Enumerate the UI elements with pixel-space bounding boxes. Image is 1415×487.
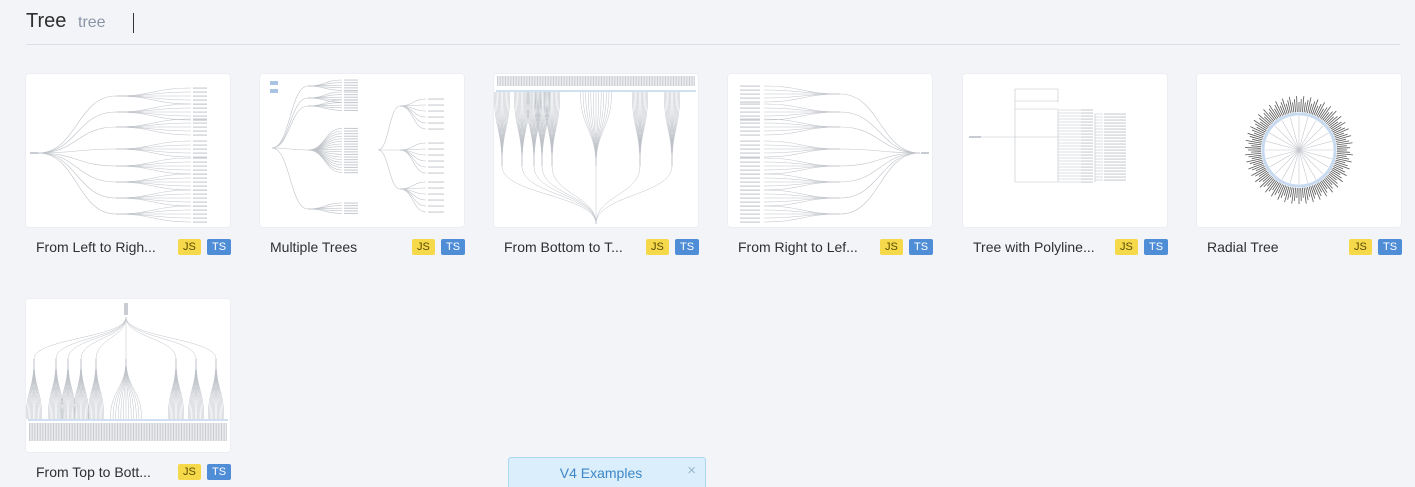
card-title[interactable]: From Bottom to T... — [504, 239, 644, 255]
example-thumbnail[interactable] — [26, 299, 230, 452]
js-badge[interactable]: JS — [880, 239, 903, 255]
card-title[interactable]: Tree with Polyline... — [973, 239, 1113, 255]
example-thumbnail[interactable] — [1197, 74, 1401, 227]
card-footer: Multiple Trees JS TS — [260, 238, 466, 256]
example-card-polyline-tree[interactable]: Tree with Polyline... JS TS — [963, 74, 1169, 260]
example-thumbnail[interactable] — [494, 74, 698, 227]
example-thumbnail[interactable] — [728, 74, 932, 227]
example-card-left-to-right[interactable]: From Left to Righ... JS TS — [26, 74, 232, 260]
ts-badge[interactable]: TS — [909, 239, 934, 255]
ts-badge[interactable]: TS — [1144, 239, 1169, 255]
js-badge[interactable]: JS — [646, 239, 669, 255]
card-footer: From Right to Lef... JS TS — [728, 238, 934, 256]
example-thumbnail[interactable] — [963, 74, 1167, 227]
card-footer: From Top to Bott... JS TS — [26, 463, 232, 481]
example-card-top-to-bottom[interactable]: From Top to Bott... JS TS — [26, 299, 232, 485]
v4-examples-link[interactable]: V4 Examples — [509, 465, 693, 481]
tree-thumbnail-multiple — [270, 79, 444, 214]
close-icon[interactable]: × — [687, 462, 696, 479]
text-cursor — [133, 13, 134, 33]
v4-examples-banner: V4 Examples × — [508, 457, 706, 487]
card-title[interactable]: From Left to Righ... — [36, 239, 176, 255]
js-badge[interactable]: JS — [178, 464, 201, 480]
ts-badge[interactable]: TS — [207, 239, 232, 255]
ts-badge[interactable]: TS — [207, 464, 232, 480]
page-header: Tree — [26, 0, 1400, 45]
tree-thumbnail-radial — [1245, 96, 1353, 204]
card-footer: Tree with Polyline... JS TS — [963, 238, 1169, 256]
example-thumbnail[interactable] — [260, 74, 464, 227]
card-title[interactable]: Multiple Trees — [270, 239, 410, 255]
js-badge[interactable]: JS — [1349, 239, 1372, 255]
card-title[interactable]: Radial Tree — [1207, 239, 1347, 255]
js-badge[interactable]: JS — [412, 239, 435, 255]
tree-thumbnail-bottom-to-top — [494, 76, 696, 225]
example-card-multiple-trees[interactable]: Multiple Trees JS TS — [260, 74, 466, 260]
page-title: Tree — [26, 10, 67, 32]
ts-badge[interactable]: TS — [675, 239, 700, 255]
card-footer: From Left to Righ... JS TS — [26, 238, 232, 256]
tree-thumbnail-polyline — [969, 88, 1126, 183]
tree-thumbnail-left-to-right — [30, 87, 207, 223]
ts-badge[interactable]: TS — [441, 239, 466, 255]
example-card-radial-tree[interactable]: Radial Tree JS TS — [1197, 74, 1403, 260]
ts-badge[interactable]: TS — [1378, 239, 1403, 255]
example-thumbnail[interactable] — [26, 74, 230, 227]
card-title[interactable]: From Top to Bott... — [36, 464, 176, 480]
tree-thumbnail-top-to-bottom — [26, 303, 228, 441]
search-input[interactable] — [78, 12, 278, 34]
examples-page: Tree From Left to Righ... JS TS Multiple… — [0, 0, 1415, 487]
js-badge[interactable]: JS — [178, 239, 201, 255]
card-footer: Radial Tree JS TS — [1197, 238, 1403, 256]
card-footer: From Bottom to T... JS TS — [494, 238, 700, 256]
example-card-bottom-to-top[interactable]: From Bottom to T... JS TS — [494, 74, 700, 260]
tree-thumbnail-right-to-left — [740, 85, 929, 223]
card-title[interactable]: From Right to Lef... — [738, 239, 878, 255]
example-card-right-to-left[interactable]: From Right to Lef... JS TS — [728, 74, 934, 260]
js-badge[interactable]: JS — [1115, 239, 1138, 255]
